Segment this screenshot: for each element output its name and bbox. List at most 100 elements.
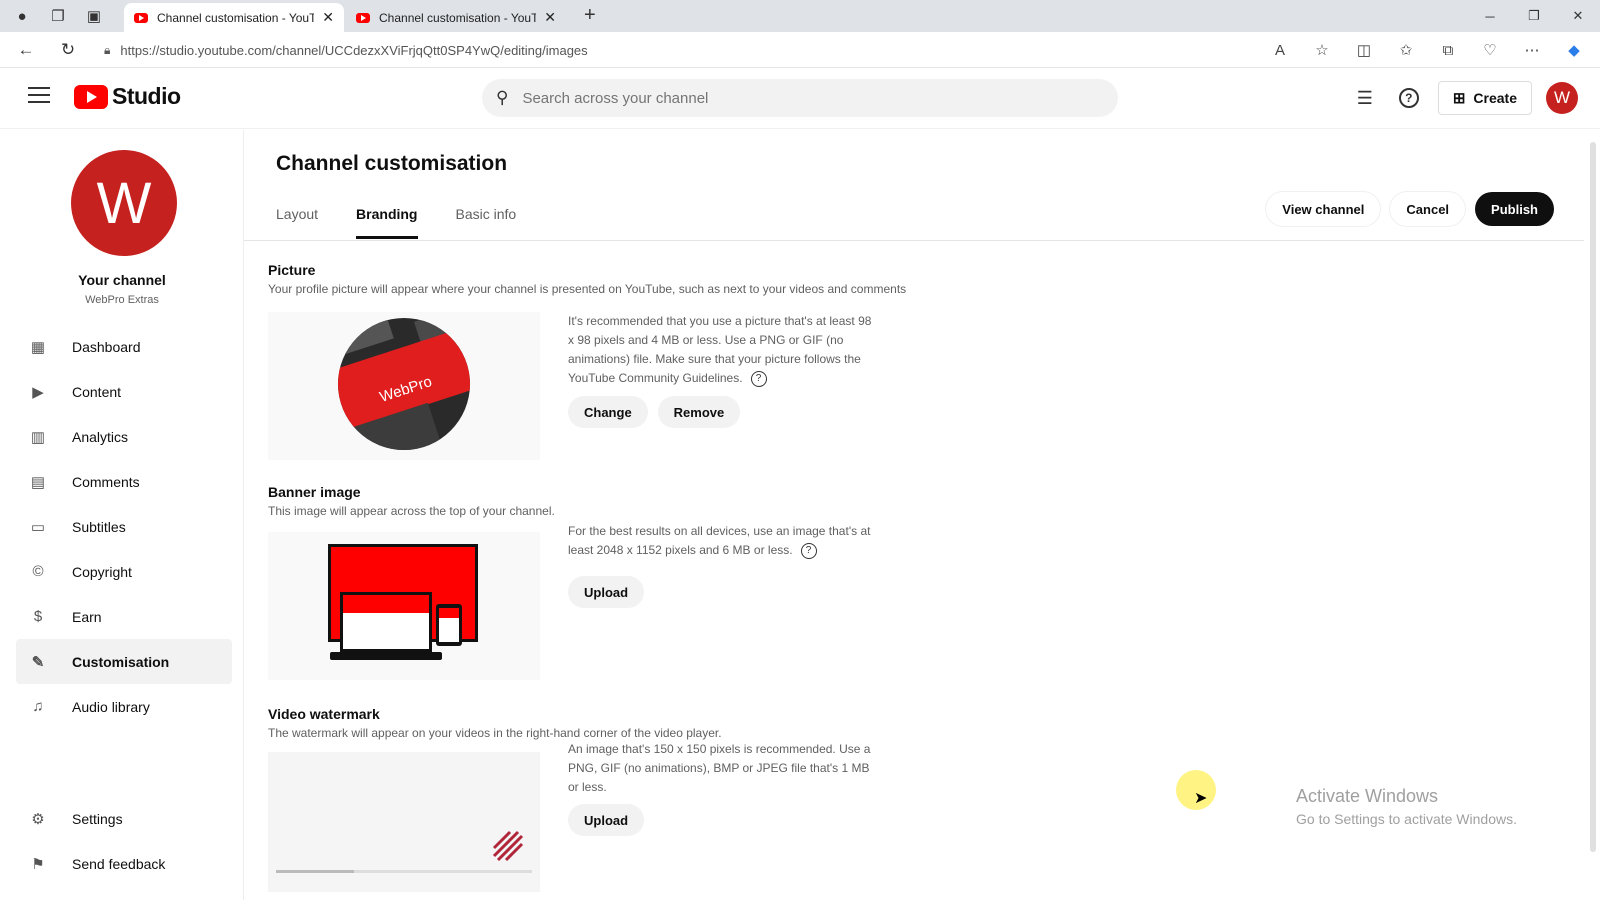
banner-preview [268, 532, 540, 680]
earn-icon: $ [33, 608, 43, 625]
hamburger-menu-icon[interactable] [28, 87, 50, 103]
close-window-icon[interactable]: ✕ [1556, 0, 1600, 32]
tab-actions-icon[interactable]: ▣ [80, 2, 108, 30]
minimize-icon[interactable]: ─ [1468, 0, 1512, 32]
publish-button[interactable]: Publish [1475, 192, 1554, 226]
search-icon: ⚲ [496, 88, 509, 107]
account-avatar[interactable]: W [1546, 82, 1578, 114]
upload-banner-button[interactable]: Upload [568, 576, 645, 608]
remove-picture-button[interactable]: Remove [657, 396, 741, 428]
sidebar-item-copyright[interactable]: © Copyright [16, 549, 232, 594]
copilot-icon[interactable]: ◆ [1556, 36, 1592, 64]
studio-header: Studio ⚲ ☰ ? ⊞ Create W [0, 69, 1600, 129]
sidebar: W Your channel WebPro Extras ▦ Dashboard … [0, 130, 244, 900]
picture-preview: WebPro [268, 312, 540, 460]
banner-title: Banner image [268, 484, 361, 500]
split-screen-icon[interactable]: ◫ [1346, 36, 1382, 64]
view-channel-button[interactable]: View channel [1266, 192, 1381, 226]
banner-devices-image [328, 544, 478, 660]
gear-icon: ⚙ [31, 810, 45, 828]
new-tab-icon[interactable]: + [584, 4, 596, 27]
profile-picture-image: WebPro [338, 318, 470, 450]
lock-icon: 🔒︎ [104, 42, 111, 57]
scrollbar[interactable] [1590, 142, 1596, 852]
tab-basic-info[interactable]: Basic info [456, 200, 517, 239]
search-input[interactable] [522, 89, 1043, 107]
watermark-info: An image that's 150 x 150 pixels is reco… [568, 742, 871, 794]
browser-tab-2[interactable]: Channel customisation - YouTube Studio ✕ [346, 3, 566, 32]
create-button[interactable]: ⊞ Create [1437, 81, 1532, 115]
tab-divider [244, 240, 1584, 241]
youtube-favicon-icon [356, 12, 370, 23]
close-tab-icon[interactable]: ✕ [544, 9, 556, 26]
browser-essentials-icon[interactable]: ♡ [1472, 36, 1508, 64]
customisation-tabs: Layout Branding Basic info [276, 200, 554, 239]
banner-info: For the best results on all devices, use… [568, 524, 871, 559]
change-picture-button[interactable]: Change [568, 396, 648, 428]
address-bar: ← ↻ 🔒︎ https://studio.youtube.com/channe… [0, 32, 1600, 68]
feedback-icon: ⚑ [31, 855, 45, 873]
youtube-studio-logo[interactable]: Studio [74, 83, 181, 110]
messages-icon[interactable]: ☰ [1350, 83, 1380, 113]
channel-name: WebPro Extras [85, 294, 159, 306]
browser-tab-1[interactable]: Channel customisation - YouTube Studio ✕ [124, 3, 344, 32]
help-icon[interactable]: ? [750, 370, 767, 387]
refresh-icon[interactable]: ↻ [52, 34, 84, 66]
analytics-icon: ▥ [30, 428, 46, 446]
page-actions: View channel Cancel Publish [1266, 192, 1554, 226]
watermark-player-image [268, 752, 540, 892]
your-channel-label: Your channel [78, 272, 166, 288]
youtube-play-icon [74, 84, 108, 109]
profile-icon[interactable]: ● [8, 2, 36, 30]
main-content: Channel customisation Layout Branding Ba… [244, 130, 1584, 900]
sidebar-item-analytics[interactable]: ▥ Analytics [16, 414, 232, 459]
channel-avatar[interactable]: W [71, 150, 177, 256]
back-icon[interactable]: ← [10, 34, 42, 66]
sidebar-item-comments[interactable]: ▤ Comments [16, 459, 232, 504]
search-bar[interactable]: ⚲ [482, 79, 1118, 117]
picture-title: Picture [268, 262, 316, 278]
picture-description: Your profile picture will appear where y… [268, 282, 907, 296]
customisation-icon: ✎ [31, 653, 45, 671]
mouse-cursor-icon: ➤ [1194, 790, 1208, 807]
url-field[interactable]: 🔒︎ https://studio.youtube.com/channel/UC… [104, 37, 1244, 63]
sidebar-item-content[interactable]: ▶ Content [16, 369, 232, 414]
picture-info: It's recommended that you use a picture … [568, 314, 872, 387]
close-tab-icon[interactable]: ✕ [322, 9, 334, 26]
workspaces-icon[interactable]: ❐ [44, 2, 72, 30]
video-plus-icon: ⊞ [1452, 90, 1466, 107]
dashboard-icon: ▦ [30, 338, 46, 356]
help-icon[interactable]: ? [800, 542, 817, 559]
collections-icon[interactable]: ⧉ [1430, 36, 1466, 64]
watermark-title: Video watermark [268, 706, 380, 722]
read-aloud-icon[interactable]: A [1262, 36, 1298, 64]
upload-watermark-button[interactable]: Upload [568, 804, 645, 836]
browser-tab-strip: ● ❐ ▣ Channel customisation - YouTube St… [0, 0, 1600, 32]
tab-layout[interactable]: Layout [276, 200, 318, 239]
sidebar-item-earn[interactable]: $ Earn [16, 594, 232, 639]
sidebar-item-send-feedback[interactable]: ⚑ Send feedback [16, 841, 232, 886]
favorites-icon[interactable]: ✩ [1388, 36, 1424, 64]
youtube-favicon-icon [134, 12, 148, 23]
sidebar-nav: ▦ Dashboard ▶ Content ▥ Analytics ▤ Comments… [16, 324, 232, 729]
sidebar-item-audio-library[interactable]: ♫ Audio library [16, 684, 232, 729]
activate-windows-watermark: Activate Windows Go to Settings to activ… [1296, 786, 1517, 827]
sidebar-item-dashboard[interactable]: ▦ Dashboard [16, 324, 232, 369]
sidebar-bottom-nav: ⚙ Settings ⚑ Send feedback [16, 796, 232, 886]
tab-branding[interactable]: Branding [356, 200, 418, 239]
more-icon[interactable]: ⋯ [1514, 36, 1550, 64]
sidebar-item-customisation[interactable]: ✎ Customisation [16, 639, 232, 684]
restore-icon[interactable]: ❐ [1512, 0, 1556, 32]
comments-icon: ▤ [30, 473, 46, 491]
window-controls: ─ ❐ ✕ [1468, 0, 1600, 32]
watermark-description: The watermark will appear on your videos… [268, 726, 722, 740]
favorite-star-icon[interactable]: ☆ [1304, 36, 1340, 64]
sidebar-item-subtitles[interactable]: ▭ Subtitles [16, 504, 232, 549]
sidebar-item-settings[interactable]: ⚙ Settings [16, 796, 232, 841]
help-icon[interactable]: ? [1394, 83, 1424, 113]
page-title: Channel customisation [276, 152, 508, 175]
watermark-preview [268, 752, 540, 892]
cancel-button[interactable]: Cancel [1390, 192, 1466, 226]
banner-description: This image will appear across the top of… [268, 504, 555, 518]
subtitles-icon: ▭ [30, 518, 46, 536]
